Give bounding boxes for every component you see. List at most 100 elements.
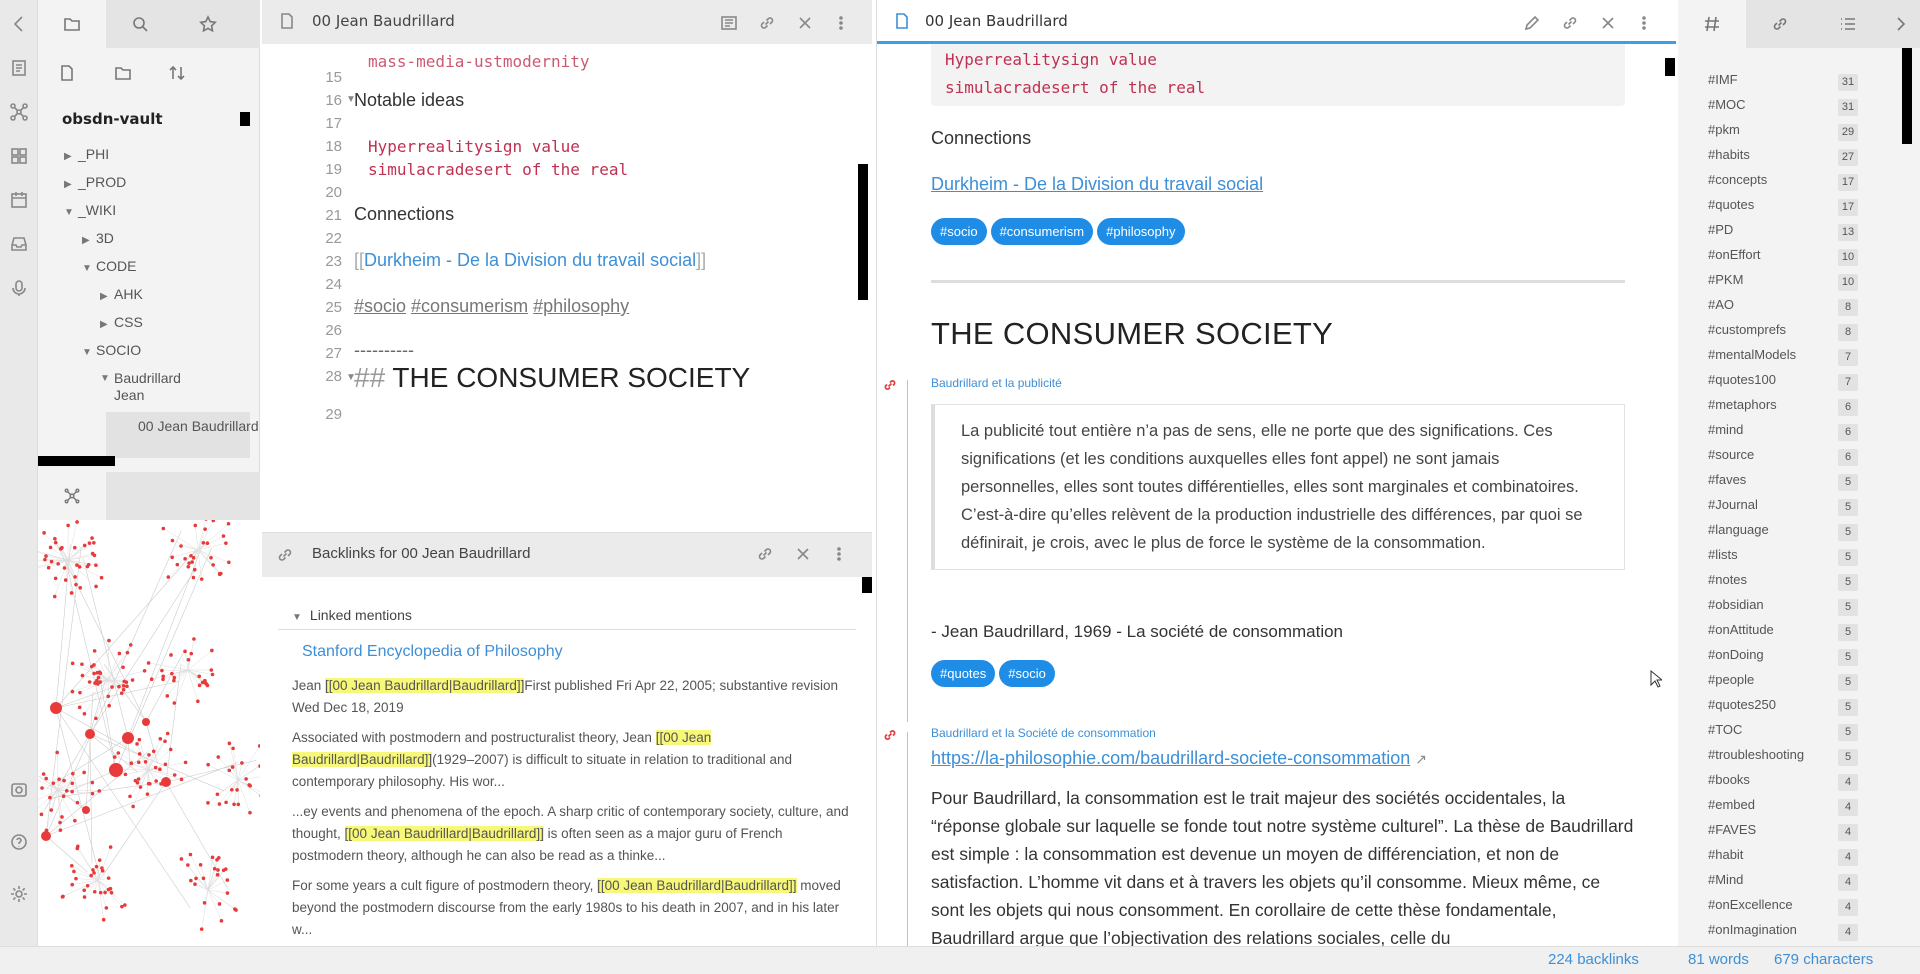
tag-row-item[interactable]: #obsidian 5	[1708, 597, 1858, 622]
inbox-icon[interactable]	[7, 232, 31, 256]
close-pane-button[interactable]	[794, 12, 816, 34]
tree-item[interactable]: ▼ _WIKI	[64, 202, 116, 221]
tag-row-item[interactable]: #notes 5	[1708, 572, 1858, 597]
tag-row-item[interactable]: #AO 8	[1708, 297, 1858, 322]
tag-row-item[interactable]: #onDoing 5	[1708, 647, 1858, 672]
tag-row-item[interactable]: #PD 13	[1708, 222, 1858, 247]
new-note-button[interactable]	[54, 60, 80, 86]
tab-backlinks[interactable]	[1746, 0, 1814, 48]
tag-row-item[interactable]: #FAVES 4	[1708, 822, 1858, 847]
tag-row-item[interactable]: #concepts 17	[1708, 172, 1858, 197]
tag-row-item[interactable]: #Journal 5	[1708, 497, 1858, 522]
backlink-snippet[interactable]: ...ey events and phenomena of the epoch.…	[292, 801, 852, 867]
tree-item-selected[interactable]: 00 Jean Baudrillard	[106, 412, 259, 458]
tree-item[interactable]: ▶ _PROD	[64, 174, 126, 193]
sort-button[interactable]	[164, 60, 190, 86]
backlink-snippet[interactable]: Jean [[00 Jean Baudrillard|Baudrillard]]…	[292, 675, 852, 719]
tab-outline[interactable]	[1814, 0, 1882, 48]
editor-tag[interactable]: #philosophy	[533, 296, 629, 316]
tag-row-item[interactable]: #quotes250 5	[1708, 697, 1858, 722]
link-pane-button[interactable]	[756, 545, 774, 568]
status-backlinks[interactable]: 224 backlinks	[1548, 951, 1639, 968]
more-options-button[interactable]	[1633, 12, 1655, 34]
editor-body[interactable]: mass-media-ustmodernity 15 16 ▼ Notable …	[262, 44, 872, 520]
collapse-left-icon[interactable]	[7, 12, 31, 36]
tag-row-item[interactable]: #quotes 17	[1708, 197, 1858, 222]
tree-item[interactable]: ▶ 3D	[82, 230, 114, 249]
tag-row-item[interactable]: #faves 5	[1708, 472, 1858, 497]
tag-row-item[interactable]: #customprefs 8	[1708, 322, 1858, 347]
graph-canvas[interactable]	[38, 520, 260, 946]
tree-item[interactable]: ▼ Baudrillard Jean	[100, 370, 196, 404]
explorer-scrollbar[interactable]	[240, 112, 250, 126]
tag-row-item[interactable]: #quotes100 7	[1708, 372, 1858, 397]
graph-view[interactable]	[38, 520, 260, 946]
tab-local-graph[interactable]	[38, 472, 106, 520]
tag-pill[interactable]: #consumerism	[990, 218, 1094, 245]
tag-row-item[interactable]: #onImagination 4	[1708, 922, 1858, 947]
tag-row-item[interactable]: #books 4	[1708, 772, 1858, 797]
tree-item[interactable]: ▼ CODE	[82, 258, 136, 277]
tag-row-item[interactable]: #embed 4	[1708, 797, 1858, 822]
collapse-right-button[interactable]	[1882, 0, 1920, 48]
tag-row-item[interactable]: #onAttitude 5	[1708, 622, 1858, 647]
link-pane-button[interactable]	[756, 12, 778, 34]
embed-link-icon[interactable]	[883, 378, 897, 392]
tag-row-item[interactable]: #Mind 4	[1708, 872, 1858, 897]
tag-row-item[interactable]: #troubleshooting 5	[1708, 747, 1858, 772]
embed-title[interactable]: Baudrillard et la publicité	[931, 376, 1062, 390]
tag-pill[interactable]: #socio	[931, 218, 987, 245]
editor-scrollbar[interactable]	[858, 164, 868, 300]
embed-title[interactable]: Baudrillard et la Société de consommatio…	[931, 726, 1156, 740]
tab-tags[interactable]	[1678, 0, 1746, 48]
editor-wikilink[interactable]: Durkheim - De la Division du travail soc…	[364, 250, 696, 270]
preview-scrollbar[interactable]	[1665, 58, 1675, 76]
external-link[interactable]: https://la-philosophie.com/baudrillard-s…	[931, 748, 1410, 768]
link-pane-button[interactable]	[1559, 12, 1581, 34]
tag-row-item[interactable]: #pkm 29	[1708, 122, 1858, 147]
new-folder-button[interactable]	[110, 60, 136, 86]
tag-row-item[interactable]: #lists 5	[1708, 547, 1858, 572]
more-options-button[interactable]	[830, 12, 852, 34]
backlink-source[interactable]: Stanford Encyclopedia of Philosophy	[302, 643, 563, 661]
microphone-icon[interactable]	[7, 276, 31, 300]
embed-link-icon[interactable]	[883, 728, 897, 742]
backlink-snippet[interactable]: For some years a cult figure of postmode…	[292, 875, 852, 941]
tag-row-item[interactable]: #onEffort 10	[1708, 247, 1858, 272]
tag-row-item[interactable]: #TOC 5	[1708, 722, 1858, 747]
settings-gear-icon[interactable]	[7, 882, 31, 906]
editor-tag[interactable]: #consumerism	[411, 296, 528, 316]
tag-row-item[interactable]: #IMF 31	[1708, 72, 1858, 97]
tab-starred[interactable]	[174, 0, 242, 48]
tag-row-item[interactable]: #mind 6	[1708, 422, 1858, 447]
calendar-icon[interactable]	[7, 188, 31, 212]
tag-row-item[interactable]: #habit 4	[1708, 847, 1858, 872]
tree-item[interactable]: ▶ _PHI	[64, 146, 109, 165]
graph-view-icon[interactable]	[7, 100, 31, 124]
tag-row-item[interactable]: #PKM 10	[1708, 272, 1858, 297]
close-pane-button[interactable]	[794, 545, 812, 568]
internal-link[interactable]: Durkheim - De la Division du travail soc…	[931, 174, 1263, 195]
explorer-h-scrollbar[interactable]	[38, 456, 115, 466]
tag-row-item[interactable]: #metaphors 6	[1708, 397, 1858, 422]
quick-switcher-icon[interactable]	[7, 56, 31, 80]
help-icon[interactable]	[7, 830, 31, 854]
tree-item[interactable]: ▶ AHK	[100, 286, 143, 305]
tree-item[interactable]: ▼ SOCIO	[82, 342, 141, 361]
tag-row-item[interactable]: #habits 27	[1708, 147, 1858, 172]
backlink-snippet[interactable]: Associated with postmodern and postructu…	[292, 727, 852, 793]
tag-pill[interactable]: #philosophy	[1097, 218, 1185, 245]
more-options-button[interactable]	[830, 545, 848, 568]
tab-search[interactable]	[106, 0, 174, 48]
tag-row-item[interactable]: #mentalModels 7	[1708, 347, 1858, 372]
backlinks-scrollbar[interactable]	[862, 577, 872, 593]
tag-row-item[interactable]: #onExcellence 4	[1708, 897, 1858, 922]
plugins-icon[interactable]	[7, 144, 31, 168]
edit-button[interactable]	[1521, 12, 1543, 34]
tree-item[interactable]: ▶ CSS	[100, 314, 143, 333]
linked-mentions-toggle[interactable]: ▼ Linked mentions	[292, 607, 412, 623]
tag-pill[interactable]: #quotes	[931, 660, 996, 687]
close-pane-button[interactable]	[1597, 12, 1619, 34]
tag-row-item[interactable]: #source 6	[1708, 447, 1858, 472]
tag-row-item[interactable]: #MOC 31	[1708, 97, 1858, 122]
